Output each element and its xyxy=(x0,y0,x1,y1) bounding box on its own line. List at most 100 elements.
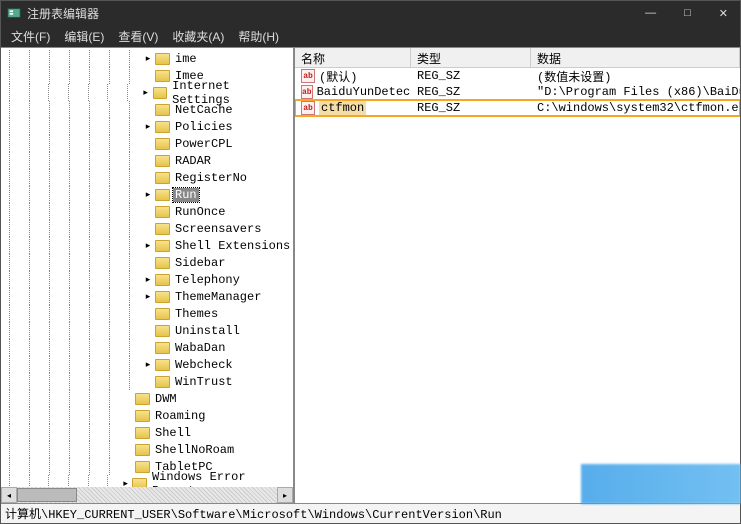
folder-icon xyxy=(155,308,170,320)
tree-node-label: Webcheck xyxy=(173,358,235,372)
app-icon xyxy=(7,6,21,20)
folder-icon xyxy=(155,172,170,184)
tree-node[interactable]: WabaDan xyxy=(1,339,293,356)
expand-toggle-icon[interactable] xyxy=(143,156,153,166)
scroll-left-button[interactable]: ◂ xyxy=(1,487,17,503)
folder-icon xyxy=(155,274,170,286)
tree-node[interactable]: Themes xyxy=(1,305,293,322)
tree-node-label: RegisterNo xyxy=(173,171,249,185)
tree-node[interactable]: DWM xyxy=(1,390,293,407)
tree-node-label: Roaming xyxy=(153,409,207,423)
reg-string-icon: ab xyxy=(301,69,315,83)
tree-node[interactable]: ▸Run xyxy=(1,186,293,203)
tree-node[interactable]: PowerCPL xyxy=(1,135,293,152)
expand-toggle-icon[interactable]: ▸ xyxy=(143,122,153,132)
menu-edit[interactable]: 编辑(E) xyxy=(58,26,110,47)
expand-toggle-icon[interactable] xyxy=(143,343,153,353)
column-type[interactable]: 类型 xyxy=(411,48,531,67)
tree-node[interactable]: ▸Internet Settings xyxy=(1,84,293,101)
titlebar[interactable]: 注册表编辑器 — □ ✕ xyxy=(1,1,740,25)
value-name: BaiduYunDetect xyxy=(317,85,411,99)
tree-node[interactable]: ▸ ThemeManager xyxy=(1,288,293,305)
expand-toggle-icon[interactable] xyxy=(143,309,153,319)
tree-node[interactable]: ▸Telephony xyxy=(1,271,293,288)
statusbar: 计算机\HKEY_CURRENT_USER\Software\Microsoft… xyxy=(1,503,740,523)
expand-toggle-icon[interactable] xyxy=(143,71,153,81)
expand-toggle-icon[interactable]: ▸ xyxy=(143,360,153,370)
tree-node-label: Themes xyxy=(173,307,220,321)
expand-toggle-icon[interactable]: ▸ xyxy=(143,241,153,251)
expand-toggle-icon[interactable] xyxy=(143,105,153,115)
minimize-button[interactable]: — xyxy=(639,5,662,22)
value-name: ctfmon xyxy=(319,101,366,115)
tree-node[interactable]: RegisterNo xyxy=(1,169,293,186)
expand-toggle-icon[interactable]: ▸ xyxy=(143,54,153,64)
folder-icon xyxy=(155,121,170,133)
scroll-track[interactable] xyxy=(17,487,277,503)
tree-node-label: Sidebar xyxy=(173,256,227,270)
expand-toggle-icon[interactable]: ▸ xyxy=(143,292,153,302)
folder-icon xyxy=(155,155,170,167)
tree-node-label: WabaDan xyxy=(173,341,227,355)
registry-value-row[interactable]: abBaiduYunDetectREG_SZ"D:\Program Files … xyxy=(295,84,740,100)
tree-scrollbar-horizontal[interactable]: ◂ ▸ xyxy=(1,487,293,503)
list-header: 名称 类型 数据 xyxy=(295,48,740,68)
tree-node-label: ThemeManager xyxy=(173,290,263,304)
value-type: REG_SZ xyxy=(411,85,531,99)
expand-toggle-icon[interactable] xyxy=(143,258,153,268)
tree-node[interactable]: ▸Policies xyxy=(1,118,293,135)
tree-node[interactable]: ▸Shell Extensions xyxy=(1,237,293,254)
tree-node-label: Uninstall xyxy=(173,324,242,338)
registry-editor-window: 注册表编辑器 — □ ✕ 文件(F) 编辑(E) 查看(V) 收藏夹(A) 帮助… xyxy=(0,0,741,524)
list-body[interactable]: ab (默认) REG_SZ(数值未设置)abBaiduYunDetectREG_S… xyxy=(295,68,740,503)
tree-node[interactable]: RADAR xyxy=(1,152,293,169)
tree-node[interactable]: Sidebar xyxy=(1,254,293,271)
tree-node[interactable]: Screensavers xyxy=(1,220,293,237)
expand-toggle-icon[interactable] xyxy=(143,377,153,387)
registry-value-row[interactable]: ab(默认)REG_SZ(数值未设置) xyxy=(295,68,740,84)
expand-toggle-icon[interactable]: ▸ xyxy=(141,88,151,98)
maximize-button[interactable]: □ xyxy=(678,5,697,22)
expand-toggle-icon[interactable] xyxy=(123,445,133,455)
menu-favorites[interactable]: 收藏夹(A) xyxy=(166,26,230,47)
tree-node[interactable]: ShellNoRoam xyxy=(1,441,293,458)
column-name[interactable]: 名称 xyxy=(295,48,411,67)
tree-node[interactable]: ▸ime xyxy=(1,50,293,67)
expand-toggle-icon[interactable] xyxy=(123,462,133,472)
expand-toggle-icon[interactable] xyxy=(143,207,153,217)
list-panel: 名称 类型 数据 ab (默认) REG_SZ(数值未设置)abBaiduYunDe… xyxy=(295,48,740,503)
menu-view[interactable]: 查看(V) xyxy=(112,26,164,47)
watermark-overlay xyxy=(581,464,741,504)
scroll-right-button[interactable]: ▸ xyxy=(277,487,293,503)
expand-toggle-icon[interactable] xyxy=(123,428,133,438)
expand-toggle-icon[interactable] xyxy=(143,224,153,234)
value-name: (默认) xyxy=(319,68,357,85)
tree-node[interactable]: WinTrust xyxy=(1,373,293,390)
tree-node[interactable]: RunOnce xyxy=(1,203,293,220)
expand-toggle-icon[interactable]: ▸ xyxy=(143,190,153,200)
value-data: C:\windows\system32\ctfmon.exe xyxy=(531,101,740,115)
tree-panel[interactable]: ▸imeImee▸Internet SettingsNetCache▸Polic… xyxy=(1,48,295,503)
expand-toggle-icon[interactable] xyxy=(143,139,153,149)
expand-toggle-icon[interactable] xyxy=(123,394,133,404)
expand-toggle-icon[interactable] xyxy=(143,173,153,183)
folder-icon xyxy=(155,291,170,303)
tree-node[interactable]: Uninstall xyxy=(1,322,293,339)
folder-icon xyxy=(155,53,170,65)
expand-toggle-icon[interactable] xyxy=(123,411,133,421)
tree-node[interactable]: Shell xyxy=(1,424,293,441)
expand-toggle-icon[interactable] xyxy=(143,326,153,336)
folder-icon xyxy=(155,189,170,201)
tree-node[interactable]: ▸ Webcheck xyxy=(1,356,293,373)
column-data[interactable]: 数据 xyxy=(531,48,740,67)
scroll-thumb[interactable] xyxy=(17,488,77,502)
expand-toggle-icon[interactable]: ▸ xyxy=(143,275,153,285)
registry-value-row[interactable]: abctfmonREG_SZC:\windows\system32\ctfmon… xyxy=(295,100,740,116)
close-button[interactable]: ✕ xyxy=(713,5,734,22)
menu-file[interactable]: 文件(F) xyxy=(5,26,56,47)
value-data: (数值未设置) xyxy=(531,68,740,85)
tree-node[interactable]: Roaming xyxy=(1,407,293,424)
tree-node-label: NetCache xyxy=(173,103,235,117)
tree-node-label: DWM xyxy=(153,392,179,406)
menu-help[interactable]: 帮助(H) xyxy=(232,26,285,47)
